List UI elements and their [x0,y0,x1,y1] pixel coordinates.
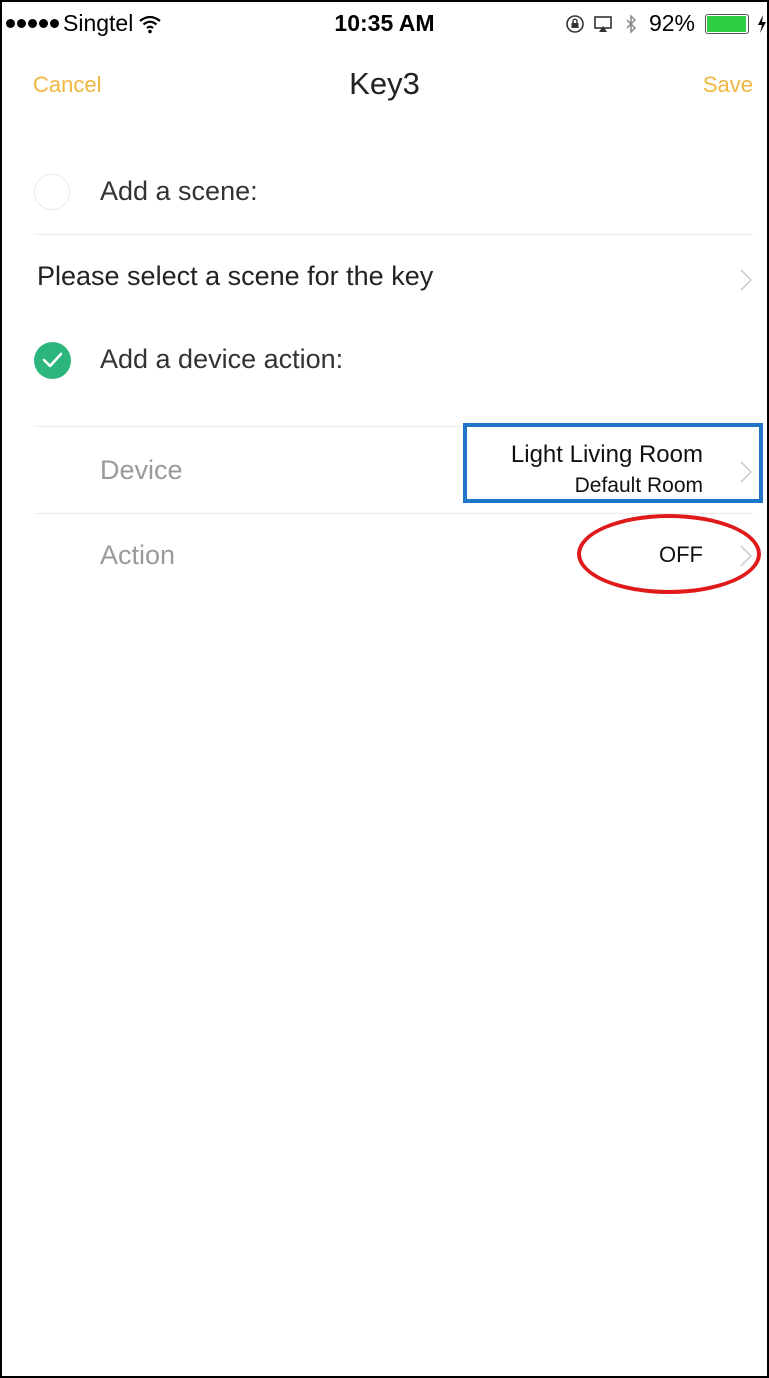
device-action-radio-icon[interactable] [34,342,71,379]
battery-icon [705,13,749,34]
airplay-icon [594,15,612,32]
checkmark-icon [42,352,63,368]
battery-level [707,15,746,32]
navigation-bar: Cancel Key3 Save [2,42,767,128]
select-scene-row[interactable]: Please select a scene for the key [2,235,767,321]
battery-percent: 92% [648,10,695,36]
action-label: Action [100,540,176,570]
add-device-action-label: Add a device action: [100,344,344,374]
scene-radio-icon[interactable] [34,174,70,210]
status-bar: Singtel 10:35 AM 92% [2,2,767,42]
add-device-action-option[interactable]: Add a device action: [2,342,767,426]
device-label: Device [100,455,183,485]
lock-rotation-icon [566,14,584,33]
page-title: Key3 [349,66,420,101]
chevron-right-icon [740,269,753,291]
save-button[interactable]: Save [703,72,753,98]
status-right: 92% [565,10,767,37]
bluetooth-icon [626,13,637,34]
action-highlight-ring [577,514,761,594]
select-scene-prompt: Please select a scene for the key [37,261,434,291]
device-highlight-box [463,423,763,503]
add-scene-label: Add a scene: [100,176,258,206]
add-scene-option[interactable]: Add a scene: [2,152,767,234]
charging-bolt-icon [758,14,766,33]
phone-screen: Singtel 10:35 AM 92% Cancel Key3 Save Ad… [0,0,769,1378]
